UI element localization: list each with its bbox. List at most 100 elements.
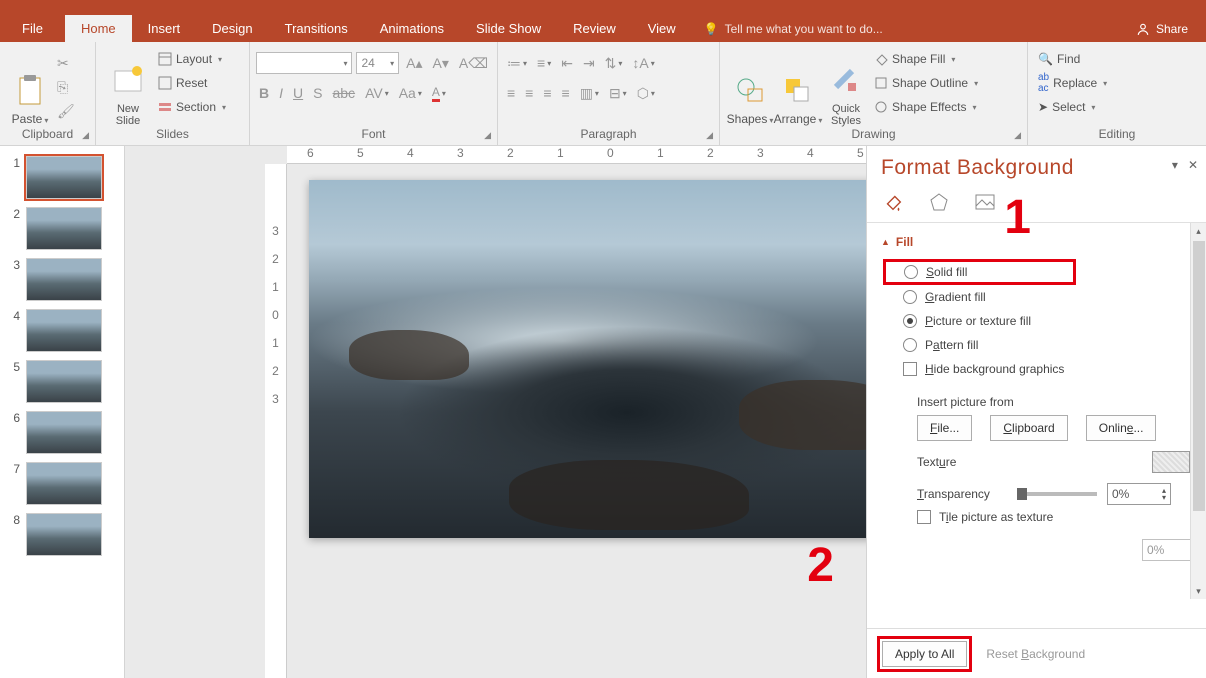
solid-fill-option[interactable]: Solid fill bbox=[883, 259, 1076, 285]
paste-button[interactable]: Paste▾ bbox=[6, 44, 54, 127]
new-slide-button[interactable]: New Slide bbox=[102, 44, 154, 127]
clipboard-launcher[interactable]: ◢ bbox=[82, 128, 89, 142]
paragraph-launcher[interactable]: ◢ bbox=[706, 128, 713, 142]
shape-outline-button[interactable]: Shape Outline▾ bbox=[870, 72, 982, 94]
thumb-8[interactable]: 8 bbox=[0, 509, 124, 560]
reset-background-button[interactable]: Reset Background bbox=[986, 647, 1085, 661]
font-family-combo[interactable]: ▾ bbox=[256, 52, 352, 74]
picture-tab-icon[interactable] bbox=[973, 190, 997, 214]
pane-close-button[interactable]: ✕ bbox=[1188, 158, 1198, 172]
hide-bg-graphics-option[interactable]: Hide background graphics bbox=[881, 357, 1206, 381]
font-size-combo[interactable]: 24▾ bbox=[356, 52, 399, 74]
fill-section-header[interactable]: ▲ Fill bbox=[881, 233, 1206, 259]
shapes-button[interactable]: Shapes▾ bbox=[726, 44, 774, 127]
align-center-button[interactable]: ≡ bbox=[522, 82, 536, 104]
bold-button[interactable]: B bbox=[256, 82, 272, 104]
thumb-2-num: 2 bbox=[8, 207, 20, 250]
tab-review[interactable]: Review bbox=[557, 15, 632, 42]
slide-canvas-area: 6 5 4 3 2 1 0 1 2 3 4 5 6 321 0123 bbox=[125, 146, 866, 678]
tab-view[interactable]: View bbox=[632, 15, 692, 42]
tab-file[interactable]: File bbox=[0, 15, 65, 42]
thumb-7[interactable]: 7 bbox=[0, 458, 124, 509]
transparency-slider[interactable] bbox=[1017, 492, 1097, 496]
smartart-button[interactable]: ⬡▾ bbox=[634, 82, 658, 104]
pane-options-button[interactable]: ▾ bbox=[1172, 158, 1178, 172]
drawing-launcher[interactable]: ◢ bbox=[1014, 128, 1021, 142]
shapes-label: Shapes bbox=[727, 112, 768, 126]
effects-tab-icon[interactable] bbox=[927, 190, 951, 214]
tile-option[interactable]: Tile picture as texture bbox=[917, 505, 1206, 529]
justify-button[interactable]: ≡ bbox=[559, 82, 573, 104]
copy-button[interactable]: ⎘ bbox=[54, 76, 78, 98]
cut-button[interactable]: ✂ bbox=[54, 52, 78, 74]
line-spacing-button[interactable]: ⇅▾ bbox=[602, 52, 626, 74]
transparency-spinner[interactable]: 0%▴▾ bbox=[1107, 483, 1171, 505]
tab-transitions[interactable]: Transitions bbox=[269, 15, 364, 42]
thumb-2[interactable]: 2 bbox=[0, 203, 124, 254]
reset-icon bbox=[158, 76, 172, 90]
quick-styles-button[interactable]: Quick Styles bbox=[822, 44, 870, 127]
tab-animations[interactable]: Animations bbox=[364, 15, 460, 42]
effects-icon bbox=[874, 100, 888, 114]
insert-online-button[interactable]: Online... bbox=[1086, 415, 1157, 441]
align-left-button[interactable]: ≡ bbox=[504, 82, 518, 104]
font-color-button[interactable]: A▾ bbox=[429, 82, 449, 104]
change-case-button[interactable]: Aa▾ bbox=[396, 82, 425, 104]
pattern-fill-option[interactable]: Pattern fill bbox=[881, 333, 1206, 357]
shadow-button[interactable]: S bbox=[310, 82, 325, 104]
slide-thumbnails[interactable]: 1 2 3 4 5 6 7 8 bbox=[0, 146, 125, 678]
apply-to-all-button[interactable]: Apply to All bbox=[882, 641, 967, 667]
tell-me[interactable]: 💡 Tell me what you want to do... bbox=[692, 22, 895, 36]
replace-button[interactable]: abacReplace▾ bbox=[1034, 72, 1111, 94]
arrange-button[interactable]: Arrange▾ bbox=[774, 44, 822, 127]
section-button[interactable]: Section▾ bbox=[154, 96, 230, 118]
thumb-1[interactable]: 1 bbox=[0, 152, 124, 203]
spacing-button[interactable]: AV▾ bbox=[362, 82, 392, 104]
align-right-button[interactable]: ≡ bbox=[540, 82, 554, 104]
thumb-4[interactable]: 4 bbox=[0, 305, 124, 356]
underline-button[interactable]: U bbox=[290, 82, 306, 104]
align-text-button[interactable]: ⊟▾ bbox=[606, 82, 630, 104]
pane-scrollbar[interactable]: ▴ ▾ bbox=[1190, 223, 1206, 599]
tab-home[interactable]: Home bbox=[65, 15, 132, 42]
tab-design[interactable]: Design bbox=[196, 15, 268, 42]
gradient-fill-option[interactable]: Gradient fill bbox=[881, 285, 1206, 309]
thumb-3[interactable]: 3 bbox=[0, 254, 124, 305]
shape-effects-button[interactable]: Shape Effects▾ bbox=[870, 96, 982, 118]
strike-button[interactable]: abc bbox=[329, 82, 358, 104]
clear-format-button[interactable]: A⌫ bbox=[456, 52, 491, 74]
select-button[interactable]: ➤Select▾ bbox=[1034, 96, 1111, 118]
columns-button[interactable]: ▥▾ bbox=[577, 82, 602, 104]
ribbon: Paste▾ ✂ ⎘ 🖌 Clipboard◢ New Slide Layout… bbox=[0, 42, 1206, 146]
text-direction-button[interactable]: ↕A▾ bbox=[629, 52, 657, 74]
format-painter-button[interactable]: 🖌 bbox=[54, 100, 78, 122]
picture-fill-option[interactable]: Picture or texture fill bbox=[881, 309, 1206, 333]
dec-indent-button[interactable]: ⇤ bbox=[558, 52, 576, 74]
shrink-font-button[interactable]: A▾ bbox=[429, 52, 451, 74]
numbering-button[interactable]: ≡▾ bbox=[534, 52, 554, 74]
italic-button[interactable]: I bbox=[276, 82, 286, 104]
tab-insert[interactable]: Insert bbox=[132, 15, 197, 42]
inc-indent-button[interactable]: ⇥ bbox=[580, 52, 598, 74]
main-slide[interactable] bbox=[309, 180, 945, 538]
scroll-up-icon[interactable]: ▴ bbox=[1191, 223, 1206, 239]
bullets-button[interactable]: ≔▾ bbox=[504, 52, 530, 74]
thumb-8-num: 8 bbox=[8, 513, 20, 556]
texture-picker[interactable] bbox=[1152, 451, 1190, 473]
insert-clipboard-button[interactable]: Clipboard bbox=[990, 415, 1067, 441]
reset-button[interactable]: Reset bbox=[154, 72, 230, 94]
fill-tab-icon[interactable] bbox=[881, 190, 905, 214]
grow-font-button[interactable]: A▴ bbox=[403, 52, 425, 74]
thumb-6[interactable]: 6 bbox=[0, 407, 124, 458]
cursor-icon: ➤ bbox=[1038, 100, 1048, 114]
layout-button[interactable]: Layout▾ bbox=[154, 48, 230, 70]
find-button[interactable]: 🔍Find bbox=[1034, 48, 1111, 70]
scroll-down-icon[interactable]: ▾ bbox=[1191, 583, 1206, 599]
new-slide-label: New Slide bbox=[116, 103, 140, 127]
insert-file-button[interactable]: File... bbox=[917, 415, 972, 441]
share-button[interactable]: Share bbox=[1118, 22, 1206, 36]
thumb-5[interactable]: 5 bbox=[0, 356, 124, 407]
tab-slideshow[interactable]: Slide Show bbox=[460, 15, 557, 42]
shape-fill-button[interactable]: Shape Fill▾ bbox=[870, 48, 982, 70]
font-launcher[interactable]: ◢ bbox=[484, 128, 491, 142]
